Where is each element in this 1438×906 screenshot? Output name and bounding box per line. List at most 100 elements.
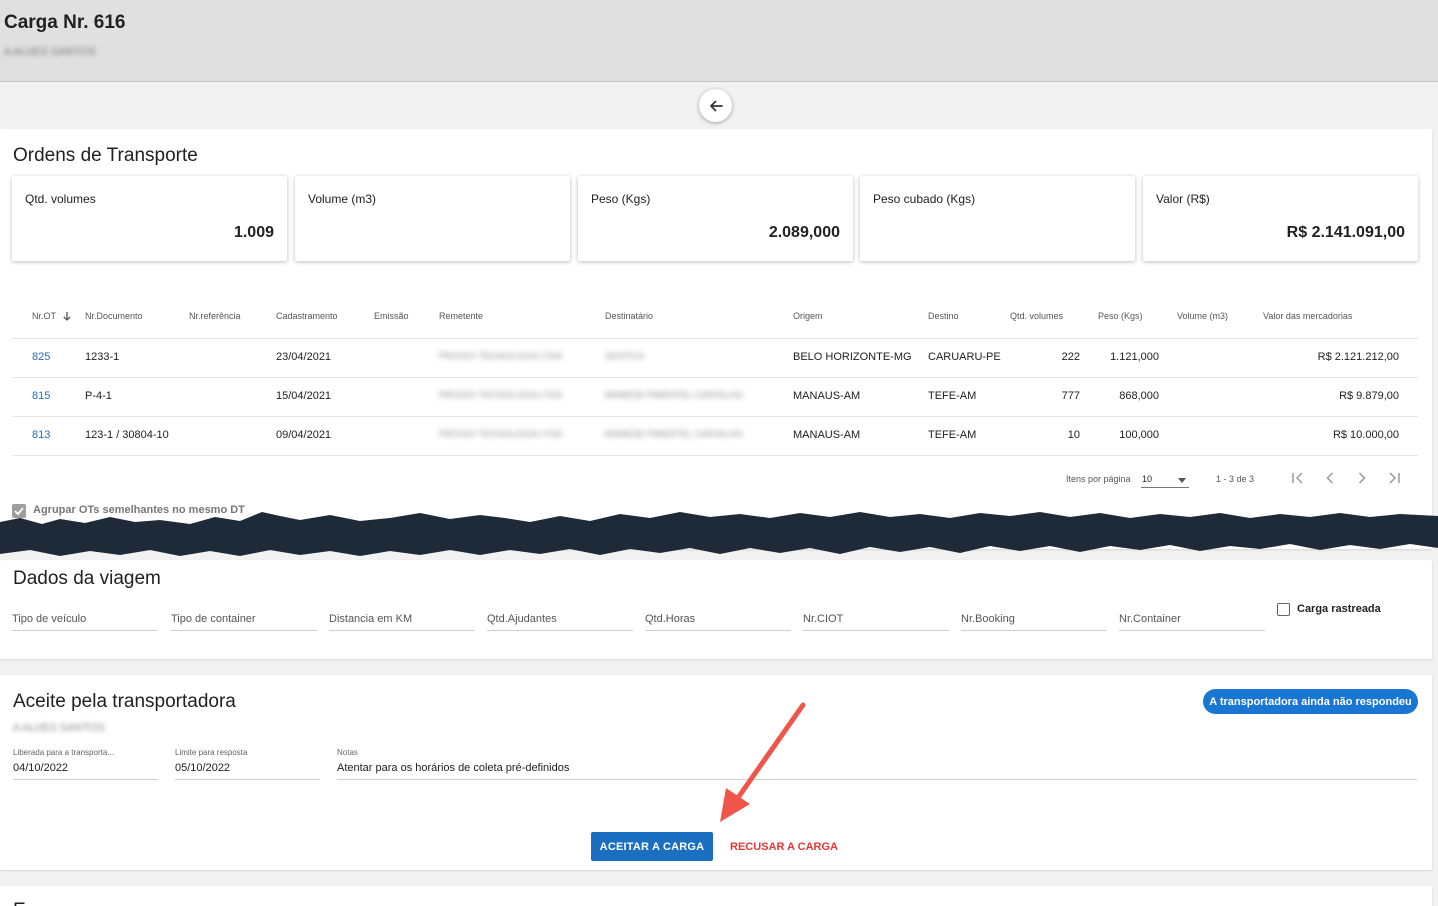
first-page-icon: [1292, 472, 1303, 484]
stat-peso: Peso (Kgs) 2.089,000: [578, 176, 853, 261]
cell-documento: 1233-1: [85, 351, 120, 363]
cell-documento: 123-1 / 30804-10: [85, 429, 169, 441]
stat-qtd-volumes: Qtd. volumes 1.009: [12, 176, 287, 261]
page-range: 1 - 3 de 3: [1216, 474, 1255, 484]
back-button[interactable]: [699, 89, 732, 122]
hours-field[interactable]: Qtd.Horas: [645, 613, 791, 631]
cell-peso: 1.121,000: [1110, 351, 1159, 363]
next-section-card: E: [0, 886, 1432, 906]
cell-destino: CARUARU-PE: [928, 351, 1001, 363]
ciot-field[interactable]: Nr.CIOT: [803, 613, 949, 631]
chevron-right-icon: [1358, 472, 1366, 484]
stat-label: Valor (R$): [1156, 192, 1210, 206]
page-size-select[interactable]: 10: [1141, 473, 1189, 488]
distance-field[interactable]: Distancia em KM: [329, 613, 475, 631]
cell-valor: R$ 9.879,00: [1339, 390, 1399, 402]
aceite-title: Aceite pela transportadora: [13, 691, 236, 712]
col-origem[interactable]: Origem: [793, 311, 823, 321]
divider: [12, 416, 1418, 417]
ordens-title: Ordens de Transporte: [13, 145, 198, 166]
col-destino[interactable]: Destino: [928, 311, 959, 321]
stat-peso-cubado: Peso cubado (Kgs): [860, 176, 1135, 261]
col-peso[interactable]: Peso (Kgs): [1098, 311, 1143, 321]
vehicle-type-field[interactable]: Tipo de veículo: [12, 613, 158, 631]
divider: [12, 338, 1418, 339]
viagem-card: Dados da viagem Tipo de veículo Tipo de …: [0, 560, 1432, 659]
page-size-value: 10: [1142, 474, 1153, 484]
last-page-button[interactable]: [1385, 469, 1403, 487]
cell-destinatario: MAMEDE PIMENTEL CARVALHO: [605, 390, 743, 400]
cell-origem: BELO HORIZONTE-MG: [793, 351, 912, 363]
col-nr-documento[interactable]: Nr.Documento: [85, 311, 143, 321]
stat-value: R$ 2.141.091,00: [1286, 224, 1405, 241]
ot-link[interactable]: 813: [32, 429, 50, 441]
cell-destino: TEFE-AM: [928, 429, 977, 441]
page-subtitle: A ALVES SANTOS: [4, 46, 96, 58]
stat-label: Peso (Kgs): [591, 192, 651, 206]
divider: [12, 377, 1418, 378]
notes-label: Notas: [337, 748, 358, 757]
col-nr-ot[interactable]: Nr.OT: [32, 311, 72, 321]
accept-load-button[interactable]: ACEITAR A CARGA: [591, 832, 713, 861]
cell-cadastramento: 15/04/2021: [276, 390, 332, 402]
refuse-load-button[interactable]: RECUSAR A CARGA: [728, 832, 840, 861]
notes-field[interactable]: Atentar para os horários de coleta pré-d…: [337, 762, 1417, 780]
items-per-page-label: Itens por página: [1066, 474, 1131, 484]
cell-destino: TEFE-AM: [928, 390, 977, 402]
container-number-field[interactable]: Nr.Container: [1119, 613, 1265, 631]
cell-valor: R$ 10.000,00: [1332, 429, 1399, 441]
col-volume-m3[interactable]: Volume (m3): [1177, 311, 1228, 321]
arrow-down-icon: [63, 312, 72, 321]
cell-volumes: 10: [1067, 429, 1080, 441]
booking-field[interactable]: Nr.Booking: [961, 613, 1107, 631]
col-qtd-volumes[interactable]: Qtd. volumes: [1010, 311, 1063, 321]
page-title: Carga Nr. 616: [4, 12, 126, 33]
stat-value: 1.009: [233, 224, 274, 241]
stat-volume-m3: Volume (m3): [295, 176, 570, 261]
limit-date-field[interactable]: 05/10/2022: [175, 762, 320, 780]
cell-documento: P-4-1: [85, 390, 112, 402]
cell-peso: 100,000: [1119, 429, 1159, 441]
viagem-title: Dados da viagem: [13, 568, 161, 589]
cell-valor: R$ 2.121.212,00: [1317, 351, 1399, 363]
stat-label: Peso cubado (Kgs): [873, 192, 976, 206]
col-remetente[interactable]: Remetente: [439, 311, 483, 321]
helpers-field[interactable]: Qtd.Ajudantes: [487, 613, 633, 631]
cell-destinatario: GESTICA: [605, 351, 645, 361]
cell-remetente: PROVEX TECNOLOGIA LTDA: [439, 390, 563, 400]
col-nr-referencia[interactable]: Nr.referência: [189, 311, 241, 321]
cell-origem: MANAUS-AM: [793, 429, 861, 441]
previous-page-button[interactable]: [1321, 469, 1339, 487]
col-valor-mercadorias[interactable]: Valor das mercadorias: [1263, 311, 1352, 321]
col-destinatario[interactable]: Destinatário: [605, 311, 653, 321]
status-badge: A transportadora ainda não respondeu: [1203, 689, 1418, 714]
first-page-button[interactable]: [1289, 469, 1307, 487]
cell-origem: MANAUS-AM: [793, 390, 861, 402]
released-label: Liberada para a transporta...: [13, 748, 114, 757]
stat-valor: Valor (R$) R$ 2.141.091,00: [1143, 176, 1418, 261]
cell-volumes: 777: [1061, 390, 1080, 402]
cell-remetente: PROVEX TECNOLOGIA LTDA: [439, 351, 563, 361]
container-type-field[interactable]: Tipo de container: [171, 613, 317, 631]
chevron-left-icon: [1326, 472, 1334, 484]
page-header: Carga Nr. 616 A ALVES SANTOS: [0, 0, 1438, 82]
col-cadastramento[interactable]: Cadastramento: [276, 311, 338, 321]
annotation-arrow-icon: [720, 702, 806, 822]
divider: [12, 455, 1418, 456]
arrow-left-icon: [709, 100, 723, 111]
cell-destinatario: MAMEDE PIMENTEL CARVALHO: [605, 429, 743, 439]
caret-down-icon: [1178, 478, 1186, 483]
cell-cadastramento: 09/04/2021: [276, 429, 332, 441]
last-page-icon: [1389, 472, 1400, 484]
ot-link[interactable]: 815: [32, 390, 50, 402]
stat-label: Volume (m3): [308, 192, 377, 206]
ordens-card: Ordens de Transporte Qtd. volumes 1.009 …: [0, 129, 1432, 549]
released-date-field[interactable]: 04/10/2022: [13, 762, 158, 780]
ot-link[interactable]: 825: [32, 351, 50, 363]
tracked-checkbox[interactable]: [1277, 603, 1290, 616]
cell-peso: 868,000: [1119, 390, 1159, 402]
limit-label: Limite para resposta: [175, 748, 248, 757]
col-emissao[interactable]: Emissão: [374, 311, 409, 321]
cell-volumes: 222: [1061, 351, 1080, 363]
next-page-button[interactable]: [1353, 469, 1371, 487]
